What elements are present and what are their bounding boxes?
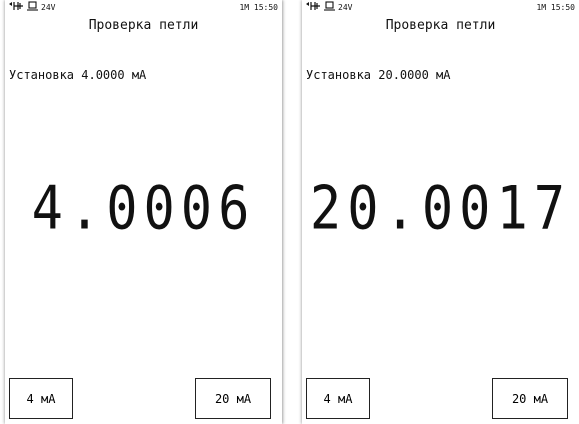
source-icon (27, 1, 39, 11)
loop-power-icon (305, 1, 321, 11)
status-bar: 24V 1M 15:50 (5, 0, 282, 17)
setpoint-text: Установка 4.0000 мА (9, 68, 147, 82)
set-20ma-button[interactable]: 20 мА (195, 378, 271, 419)
status-time: 1M 15:50 (239, 3, 278, 12)
status-time: 1M 15:50 (536, 3, 575, 12)
loop-power-icon (8, 1, 24, 11)
calibrator-screen-left: 24V 1M 15:50 Проверка петли Установка 4.… (5, 0, 282, 424)
calibrator-screen-right: 24V 1M 15:50 Проверка петли Установка 20… (302, 0, 579, 424)
setpoint-text: Установка 20.0000 мА (306, 68, 451, 82)
page-title: Проверка петли (88, 18, 199, 33)
set-20ma-button[interactable]: 20 мА (492, 378, 568, 419)
source-icon (324, 1, 336, 11)
set-4ma-button[interactable]: 4 мА (9, 378, 73, 419)
set-4ma-button[interactable]: 4 мА (306, 378, 370, 419)
loop-voltage: 24V (41, 3, 56, 12)
measured-value-display: 4.0006 (31, 174, 256, 244)
measured-value-display: 20.0017 (309, 174, 572, 244)
loop-voltage: 24V (338, 3, 353, 12)
status-bar: 24V 1M 15:50 (302, 0, 579, 17)
page-title: Проверка петли (385, 18, 496, 33)
